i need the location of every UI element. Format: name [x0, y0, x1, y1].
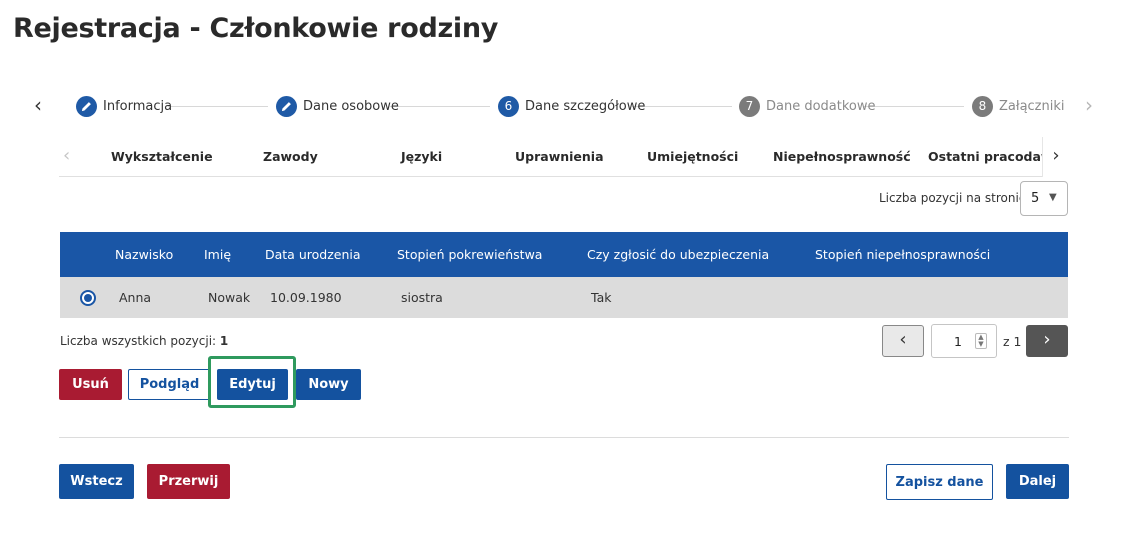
row-radio[interactable]	[80, 290, 96, 306]
tab-umiejetnosci[interactable]: Umiejętności	[647, 149, 738, 164]
save-button[interactable]: Zapisz dane	[886, 464, 993, 500]
chevron-left-icon[interactable]: ‹	[28, 95, 48, 116]
step-connector	[168, 106, 268, 107]
chevron-right-icon[interactable]: ›	[1042, 137, 1069, 177]
step-label: Dane dodatkowe	[766, 98, 876, 114]
next-button[interactable]: Dalej	[1006, 464, 1069, 499]
page-number-value: 1	[954, 334, 962, 349]
page-title: Rejestracja - Członkowie rodziny	[13, 13, 499, 44]
prev-page-button[interactable]: ‹	[882, 325, 924, 357]
cell-pokrewienstwo: siostra	[401, 290, 443, 305]
per-page-label: Liczba pozycji na stronie:	[879, 191, 1031, 205]
step-connector	[864, 106, 964, 107]
next-page-button[interactable]: ›	[1026, 325, 1068, 357]
total-count: Liczba wszystkich pozycji: 1	[60, 334, 228, 348]
step-label: Załączniki	[999, 98, 1065, 114]
abort-button[interactable]: Przerwij	[147, 464, 230, 499]
column-header[interactable]: Imię	[204, 247, 231, 262]
preview-button[interactable]: Podgląd	[128, 369, 211, 400]
step-label: Dane osobowe	[303, 98, 399, 114]
page-of-label: z 1	[1003, 334, 1022, 349]
step-zalaczniki[interactable]: 8 Załączniki	[972, 95, 1065, 117]
column-header[interactable]: Stopień niepełnosprawności	[815, 247, 990, 262]
chevron-left-icon[interactable]: ‹	[63, 145, 70, 166]
per-page-select[interactable]: 5 ▼	[1020, 181, 1068, 216]
step-number: 6	[498, 95, 519, 117]
cell-ubezpieczenie: Tak	[591, 290, 612, 305]
step-connector	[390, 106, 490, 107]
column-header[interactable]: Czy zgłosić do ubezpieczenia	[587, 247, 769, 262]
wizard-stepper: ‹ Informacja Dane osobowe 6 Dane szczegó…	[0, 88, 1128, 124]
cell-imie: Nowak	[208, 290, 251, 305]
table-row[interactable]: Anna Nowak 10.09.1980 siostra Tak	[60, 277, 1068, 318]
column-header[interactable]: Nazwisko	[115, 247, 173, 262]
table-header: Nazwisko Imię Data urodzenia Stopień pok…	[60, 232, 1068, 277]
tab-uprawnienia[interactable]: Uprawnienia	[515, 149, 604, 164]
step-dane-dodatkowe[interactable]: 7 Dane dodatkowe	[739, 95, 876, 117]
chevron-right-icon[interactable]: ›	[1079, 95, 1099, 116]
step-number: 7	[739, 95, 760, 117]
tab-jezyki[interactable]: Języki	[401, 149, 442, 164]
tab-zawody[interactable]: Zawody	[263, 149, 318, 164]
new-button[interactable]: Nowy	[296, 369, 361, 400]
tab-wyksztalcenie[interactable]: Wykształcenie	[111, 149, 213, 164]
step-connector	[632, 106, 732, 107]
page-number-input[interactable]: 1 ▲ ▼	[931, 324, 997, 358]
total-label: Liczba wszystkich pozycji:	[60, 334, 217, 348]
column-header[interactable]: Stopień pokrewieństwa	[397, 247, 542, 262]
pencil-icon	[76, 95, 97, 117]
delete-button[interactable]: Usuń	[59, 369, 122, 400]
step-informacja[interactable]: Informacja	[76, 95, 172, 117]
step-dane-szczegolowe[interactable]: 6 Dane szczegółowe	[498, 95, 645, 117]
divider	[59, 437, 1069, 438]
step-dane-osobowe[interactable]: Dane osobowe	[276, 95, 399, 117]
spinner-icon[interactable]: ▲ ▼	[975, 333, 987, 349]
step-number: 8	[972, 95, 993, 117]
tab-niepelnosprawnosc[interactable]: Niepełnosprawność	[773, 149, 911, 164]
step-label: Informacja	[103, 98, 173, 114]
back-button[interactable]: Wstecz	[59, 464, 134, 499]
cell-nazwisko: Anna	[119, 290, 152, 305]
caret-down-icon: ▼	[1049, 192, 1057, 203]
step-label: Dane szczegółowe	[525, 98, 646, 114]
pencil-icon	[276, 95, 297, 117]
column-header[interactable]: Data urodzenia	[265, 247, 361, 262]
edit-button[interactable]: Edytuj	[217, 369, 288, 400]
total-value: 1	[219, 334, 229, 348]
section-tabs: ‹ Wykształcenie Zawody Języki Uprawnieni…	[59, 137, 1069, 177]
tab-ostatni-pracodawca[interactable]: Ostatni pracodawca	[928, 149, 1042, 164]
cell-data-urodzenia: 10.09.1980	[270, 290, 342, 305]
per-page-value: 5	[1031, 191, 1040, 206]
